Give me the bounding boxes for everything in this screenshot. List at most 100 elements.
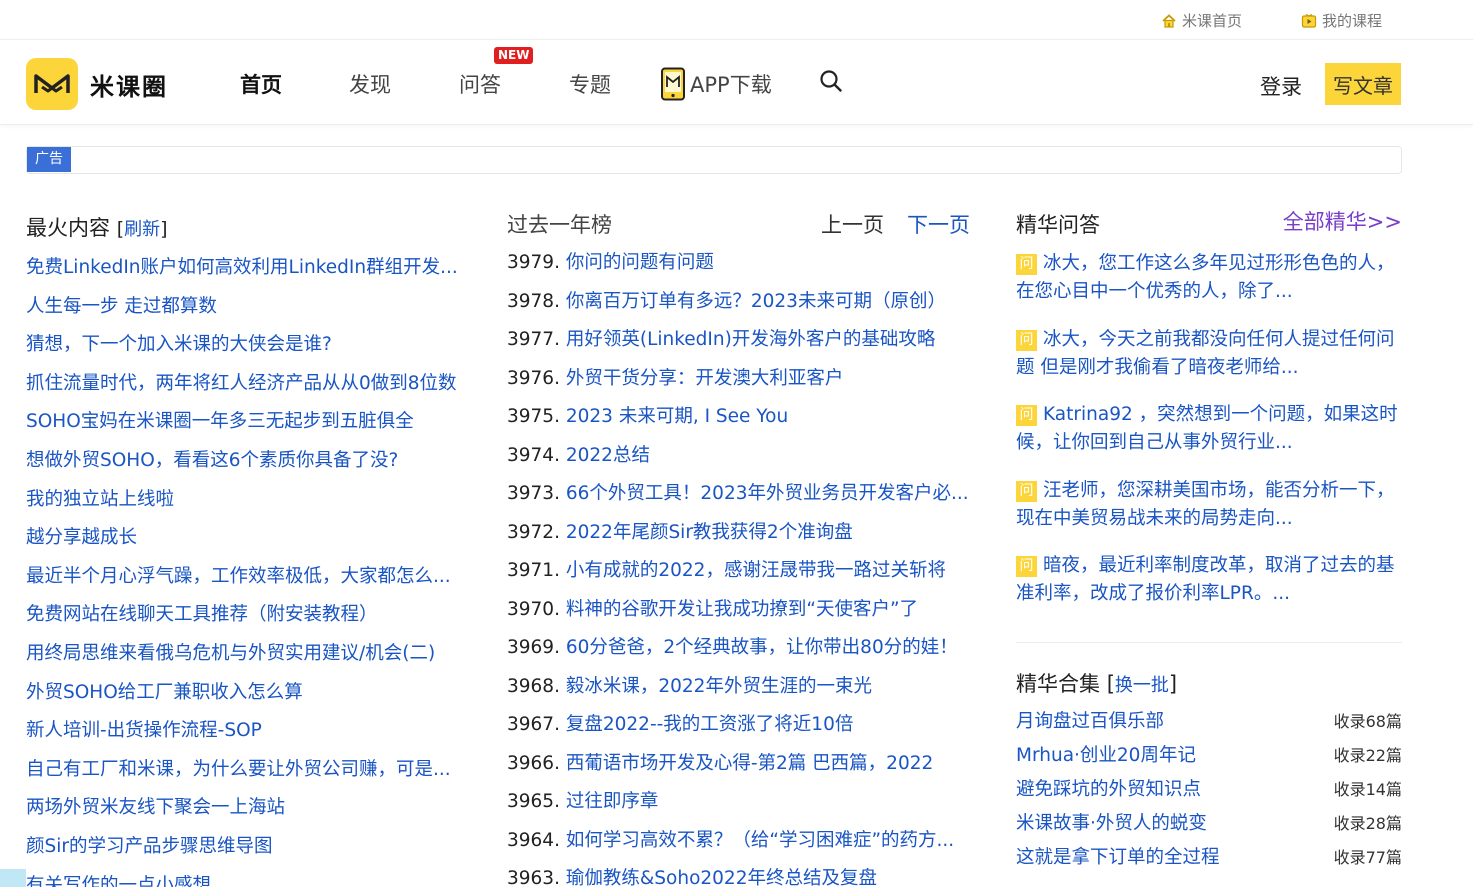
qa-link[interactable]: Katrina92 ，突然想到一个问题，如果这时候，让你回到自己从事外贸行业..… — [1016, 404, 1398, 453]
rank-link[interactable]: 用好领英(LinkedIn)开发海外客户的基础攻略 — [566, 329, 935, 350]
year-ranking-title: 过去一年榜 — [507, 213, 612, 237]
rank-link[interactable]: 过往即序章 — [566, 791, 659, 812]
rank-link[interactable]: 2022年尾颜Sir教我获得2个准询盘 — [566, 522, 853, 543]
mike-home-link[interactable]: 米课首页 — [1161, 10, 1242, 31]
rank-link[interactable]: 外贸干货分享：开发澳大利亚客户 — [566, 368, 844, 389]
rank-number: 3966. — [507, 752, 560, 774]
hot-link[interactable]: 外贸SOHO给工厂兼职收入怎么算 — [26, 682, 303, 703]
rank-link[interactable]: 2022总结 — [566, 445, 650, 466]
rank-link[interactable]: 毅冰米课，2022年外贸生涯的一束光 — [566, 676, 872, 697]
nav-topics[interactable]: 专题 — [569, 69, 611, 99]
hot-link[interactable]: 用终局思维来看俄乌危机与外贸实用建议/机会(二) — [26, 643, 435, 664]
collection-count: 收录28篇 — [1333, 814, 1402, 834]
qa-link[interactable]: 暗夜，最近利率制度改革，取消了过去的基准利率，改成了报价利率LPR。... — [1016, 555, 1395, 604]
list-item: 免费网站在线聊天工具推荐（附安装教程） — [26, 596, 476, 635]
list-item: 问汪老师，您深耕美国市场，能否分析一下，现在中美贸易战未来的局势走向... — [1016, 477, 1402, 553]
all-featured-link[interactable]: 全部精华>> — [1283, 206, 1402, 238]
list-item: 3964. 如何学习高效不累？（给“学习困难症”的药方... — [507, 822, 984, 861]
question-tag-icon: 问 — [1016, 405, 1037, 426]
collection-count: 收录14篇 — [1333, 779, 1402, 799]
list-item: 两场外贸米友线下聚会一上海站 — [26, 789, 476, 828]
corner-widget[interactable] — [0, 869, 26, 887]
ad-banner[interactable]: 广告 — [26, 146, 1402, 174]
featured-qa-header: 精华问答 全部精华>> — [1016, 206, 1402, 244]
refresh-bracket-open: [ — [116, 218, 125, 240]
login-link[interactable]: 登录 — [1260, 71, 1302, 101]
rank-link[interactable]: 料神的谷歌开发让我成功撩到“天使客户”了 — [566, 599, 918, 620]
hot-link[interactable]: 自己有工厂和米课，为什么要让外贸公司赚，可是... — [26, 759, 451, 780]
hot-link[interactable]: 人生每一步 走过都算数 — [26, 296, 217, 317]
rank-link[interactable]: 小有成就的2022，感谢汪晟带我一路过关斩将 — [566, 560, 946, 581]
list-item: 3972. 2022年尾颜Sir教我获得2个准询盘 — [507, 514, 984, 553]
hot-link[interactable]: 免费网站在线聊天工具推荐（附安装教程） — [26, 604, 378, 625]
list-item: 3970. 料神的谷歌开发让我成功撩到“天使客户”了 — [507, 591, 984, 630]
rank-link[interactable]: 66个外贸工具！2023年外贸业务员开发客户必... — [566, 483, 969, 504]
qa-link[interactable]: 冰大，您工作这么多年见过形形色色的人，在您心目中一个优秀的人，除了... — [1016, 253, 1395, 302]
hot-link[interactable]: 免费LinkedIn账户如何高效利用LinkedIn群组开发... — [26, 257, 458, 278]
hot-link[interactable]: 最近半个月心浮气躁，工作效率极低，大家都怎么... — [26, 566, 451, 587]
year-ranking-list: 3979. 你问的问题有问题 3978. 你离百万订单有多远？2023未来可期（… — [507, 244, 984, 887]
collection-link[interactable]: 避免踩坑的外贸知识点 — [1016, 779, 1201, 800]
list-item: 用终局思维来看俄乌危机与外贸实用建议/机会(二) — [26, 635, 476, 674]
app-download-link[interactable]: APP下载 — [660, 67, 772, 101]
qa-link[interactable]: 汪老师，您深耕美国市场，能否分析一下，现在中美贸易战未来的局势走向... — [1016, 480, 1395, 529]
rank-link[interactable]: 复盘2022--我的工资涨了将近10倍 — [566, 714, 853, 735]
nav-discover[interactable]: 发现 — [349, 69, 391, 99]
hot-link[interactable]: 猜想，下一个加入米课的大侠会是谁? — [26, 334, 332, 355]
my-courses-link[interactable]: 我的课程 — [1301, 10, 1382, 31]
collection-link[interactable]: 月询盘过百俱乐部 — [1016, 711, 1164, 732]
nav-qa[interactable]: 问答 — [459, 69, 501, 99]
collection-link[interactable]: 这就是拿下订单的全过程 — [1016, 847, 1220, 868]
list-item: 最近半个月心浮气躁，工作效率极低，大家都怎么... — [26, 558, 476, 597]
rank-number: 3978. — [507, 290, 560, 312]
featured-qa-section: 精华问答 全部精华>> 问 冰大，您工作这么多年见过形形色色的人，在您心目中一个优… — [1016, 206, 1402, 875]
hot-link[interactable]: 有关写作的一点小感想 — [26, 875, 211, 887]
rank-link[interactable]: 瑜伽教练&Soho2022年终总结及复盘 — [566, 868, 877, 887]
hot-link[interactable]: 想做外贸SOHO，看看这6个素质你具备了没? — [26, 450, 398, 471]
logo-text: 米课圈 — [90, 72, 168, 101]
rank-link[interactable]: 60分爸爸，2个经典故事，让你带出80分的娃！ — [566, 637, 958, 658]
list-item: 3971. 小有成就的2022，感谢汪晟带我一路过关斩将 — [507, 552, 984, 591]
hot-content-section: 最火内容 [刷新] 免费LinkedIn账户如何高效利用LinkedIn群组开发… — [26, 206, 476, 887]
rank-link[interactable]: 如何学习高效不累？（给“学习困难症”的药方... — [566, 830, 954, 851]
rank-number: 3970. — [507, 598, 560, 620]
question-tag-icon: 问 — [1016, 329, 1037, 351]
refresh-bracket-close: ] — [1168, 671, 1178, 696]
ad-tag: 广告 — [27, 147, 71, 172]
collection-link[interactable]: Mrhua·创业20周年记 — [1016, 745, 1196, 766]
list-item: 3979. 你问的问题有问题 — [507, 244, 984, 283]
list-item: 我的独立站上线啦 — [26, 481, 476, 520]
hot-link[interactable]: 颜Sir的学习产品步骤思维导图 — [26, 836, 273, 857]
rank-link[interactable]: 你离百万订单有多远？2023未来可期（原创） — [566, 291, 946, 312]
rank-number: 3979. — [507, 252, 560, 273]
qa-link[interactable]: 冰大，今天之前我都没向任何人提过任何问题 但是刚才我偷看了暗夜老师给... — [1016, 329, 1395, 378]
next-page-link[interactable]: 下一页 — [907, 206, 970, 244]
hot-link[interactable]: 两场外贸米友线下聚会一上海站 — [26, 797, 285, 818]
rank-link[interactable]: 2023 未来可期, I See You — [566, 406, 788, 427]
rank-number: 3972. — [507, 521, 560, 543]
refresh-link[interactable]: 刷新 — [124, 219, 160, 240]
list-item: SOHO宝妈在米课圈一年多三无起步到五脏俱全 — [26, 403, 476, 442]
rank-number: 3974. — [507, 444, 560, 466]
write-article-button[interactable]: 写文章 — [1325, 63, 1401, 105]
list-item: 3966. 西葡语市场开发及心得-第2篇 巴西篇，2022 — [507, 745, 984, 784]
nav-home[interactable]: 首页 — [240, 69, 282, 99]
change-batch-link[interactable]: 换一批 — [1115, 675, 1169, 696]
hot-link[interactable]: 抓住流量时代，两年将红人经济产品从从0做到8位数 — [26, 373, 457, 394]
hot-link[interactable]: 新人培训-出货操作流程-SOP — [26, 720, 262, 741]
rank-link[interactable]: 西葡语市场开发及心得-第2篇 巴西篇，2022 — [566, 753, 933, 774]
collection-link[interactable]: 米课故事·外贸人的蜕变 — [1016, 813, 1207, 834]
rank-link[interactable]: 你问的问题有问题 — [566, 252, 714, 273]
list-item: 问冰大，今天之前我都没向任何人提过任何问题 但是刚才我偷看了暗夜老师给... — [1016, 326, 1402, 402]
site-logo[interactable]: 米课圈 — [26, 58, 168, 110]
hot-link[interactable]: 越分享越成长 — [26, 527, 137, 548]
hot-link[interactable]: SOHO宝妈在米课圈一年多三无起步到五脏俱全 — [26, 411, 414, 432]
hot-content-title: 最火内容 — [26, 216, 110, 240]
rank-number: 3971. — [507, 560, 560, 581]
rank-number: 3968. — [507, 675, 560, 697]
featured-qa-title: 精华问答 — [1016, 213, 1100, 237]
collection-count: 收录22篇 — [1333, 745, 1402, 765]
prev-page-link[interactable]: 上一页 — [821, 206, 884, 244]
hot-link[interactable]: 我的独立站上线啦 — [26, 489, 174, 510]
search-icon[interactable] — [819, 69, 843, 93]
